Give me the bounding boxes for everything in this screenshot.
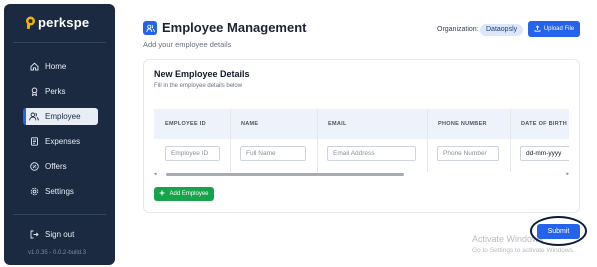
- email-address-input[interactable]: Email Address: [327, 146, 416, 161]
- app-root: perkspe Home Perks Employee Expenses Off…: [0, 0, 597, 267]
- sidebar-item-settings[interactable]: Settings: [23, 183, 98, 200]
- organization-label: Organization:: [437, 26, 479, 33]
- users-icon: [29, 112, 39, 122]
- perkspe-logo-icon: [25, 16, 36, 29]
- column-header-phone-number: PHONE NUMBER: [438, 121, 487, 127]
- sign-out-button[interactable]: Sign out: [23, 226, 98, 243]
- home-icon: [29, 62, 39, 72]
- sign-out-icon: [29, 230, 39, 240]
- sidebar-divider: [13, 214, 106, 215]
- employee-management-icon: [143, 21, 157, 35]
- sign-out-label: Sign out: [45, 230, 75, 239]
- card-title: New Employee Details: [154, 69, 250, 79]
- badge-percent-icon: [29, 162, 39, 172]
- phone-number-input[interactable]: Phone Number: [437, 146, 499, 161]
- column-divider: [317, 109, 318, 172]
- award-icon: [29, 87, 39, 97]
- page-title: Employee Management: [162, 20, 307, 35]
- version-label: v1.0.35 - 0.0.2-build.3: [28, 250, 87, 256]
- column-header-date-of-birth: DATE OF BIRTH: [521, 121, 567, 127]
- add-employee-label: Add Employee: [169, 191, 209, 197]
- upload-icon: [534, 24, 541, 34]
- brand-name: perkspe: [38, 15, 90, 30]
- scrollbar-thumb[interactable]: [166, 173, 404, 176]
- brand-logo[interactable]: perkspe: [25, 15, 89, 30]
- date-of-birth-input[interactable]: dd-mm-yyyy: [520, 146, 569, 161]
- upload-file-button[interactable]: Upload File: [528, 21, 580, 37]
- column-divider: [230, 109, 231, 172]
- submit-button[interactable]: Submit: [537, 224, 580, 239]
- upload-file-label: Upload File: [543, 26, 575, 32]
- sidebar-item-label: Perks: [45, 87, 66, 96]
- column-header-email: EMAIL: [328, 121, 347, 127]
- page-subtitle: Add your employee details: [143, 40, 232, 49]
- new-employee-card: New Employee Details Fill in the employe…: [143, 59, 580, 213]
- full-name-input[interactable]: Full Name: [240, 146, 306, 161]
- sidebar-item-perks[interactable]: Perks: [23, 83, 98, 100]
- column-header-employee-id: EMPLOYEE ID: [165, 121, 206, 127]
- add-employee-button[interactable]: Add Employee: [154, 187, 214, 201]
- sidebar-item-employee[interactable]: Employee: [23, 108, 98, 125]
- plus-icon: [159, 190, 165, 198]
- table-header: EMPLOYEE ID NAME EMAIL PHONE NUMBER DATE…: [154, 109, 569, 139]
- scroll-right-arrow-icon[interactable]: ▸: [566, 172, 569, 177]
- horizontal-scrollbar[interactable]: ◂ ▸: [154, 172, 569, 177]
- organization-badge[interactable]: Dataopsly: [480, 24, 524, 36]
- column-header-name: NAME: [241, 121, 259, 127]
- sidebar-item-expenses[interactable]: Expenses: [23, 133, 98, 150]
- sidebar-item-label: Employee: [45, 112, 81, 121]
- sidebar-divider: [13, 42, 106, 43]
- sidebar-item-label: Offers: [45, 162, 67, 171]
- card-subtitle: Fill in the employee details below: [154, 83, 243, 89]
- column-divider: [427, 109, 428, 172]
- sidebar-item-label: Expenses: [45, 137, 81, 146]
- scroll-left-arrow-icon[interactable]: ◂: [154, 172, 157, 177]
- column-divider: [510, 109, 511, 172]
- gear-icon: [29, 187, 39, 197]
- employee-id-input[interactable]: Employee ID: [165, 146, 220, 161]
- sidebar-item-label: Settings: [45, 187, 74, 196]
- sidebar-item-offers[interactable]: Offers: [23, 158, 98, 175]
- receipt-icon: [29, 137, 39, 147]
- sidebar-item-home[interactable]: Home: [23, 58, 98, 75]
- sidebar-item-label: Home: [45, 62, 67, 71]
- sidebar: perkspe Home Perks Employee Expenses Off…: [4, 4, 115, 265]
- activate-windows-hint: Go to Settings to activate Windows.: [472, 247, 575, 254]
